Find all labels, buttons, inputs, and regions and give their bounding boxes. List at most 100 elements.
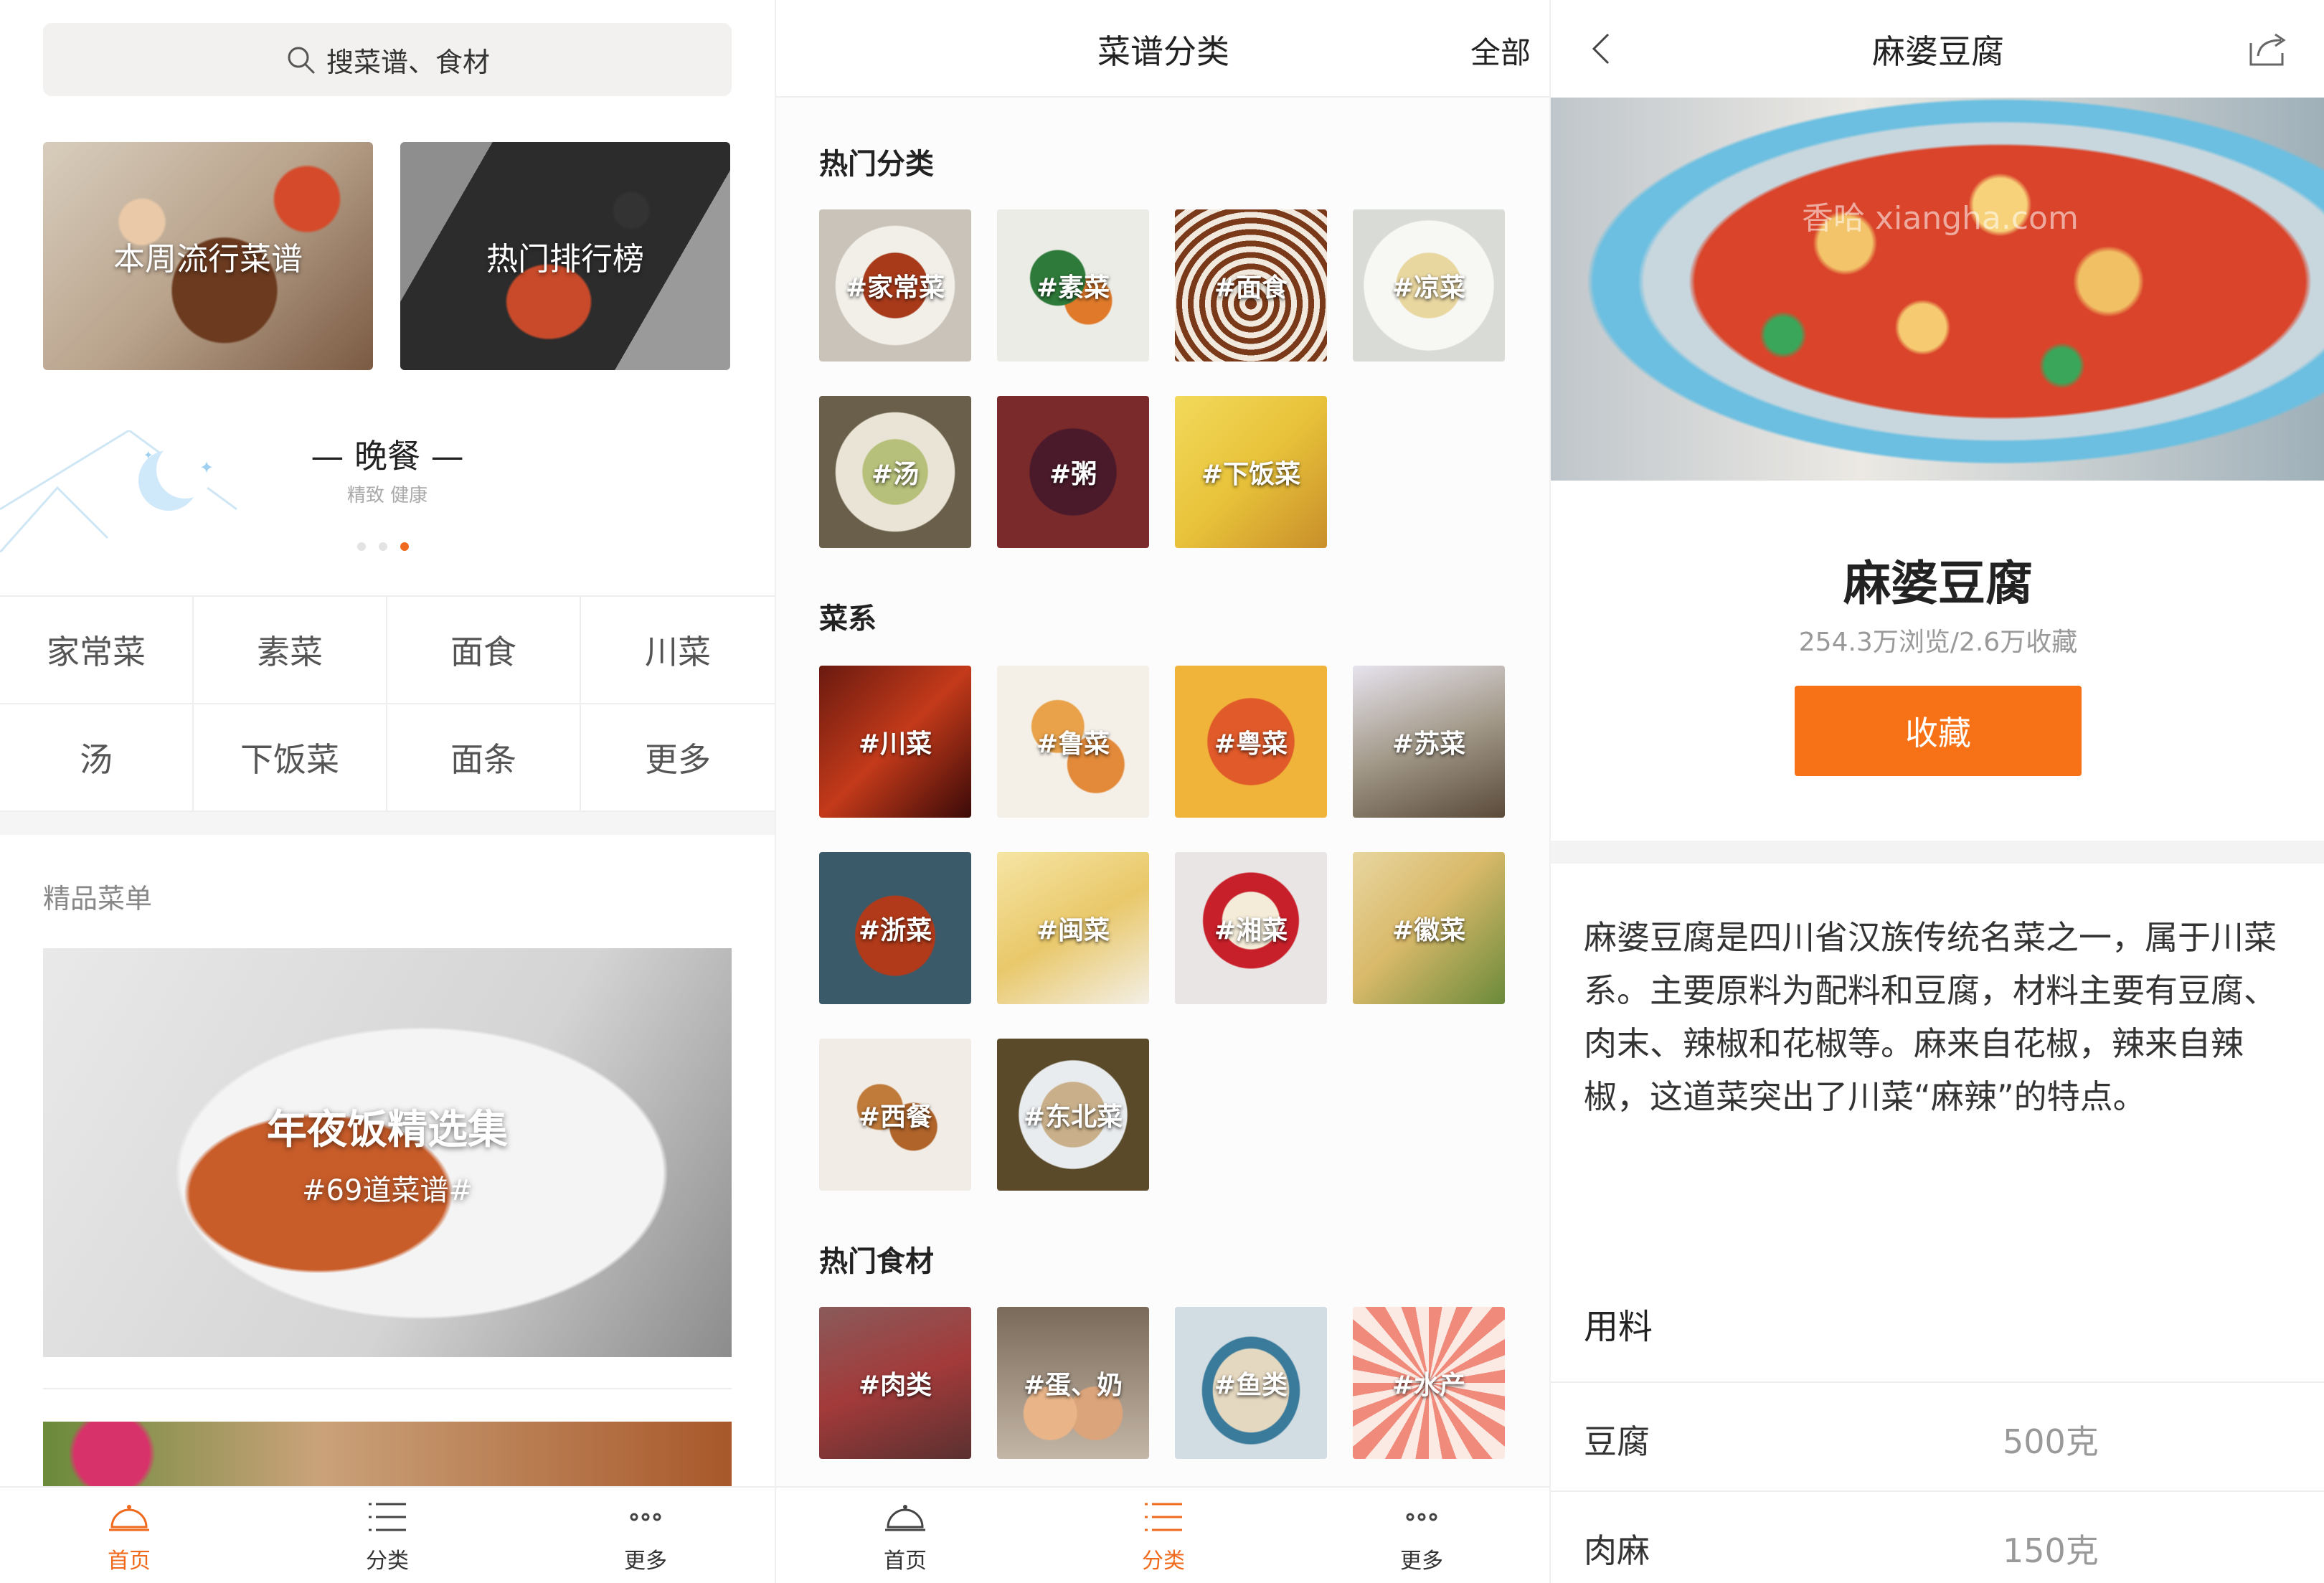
category-tile[interactable]: #汤 xyxy=(819,396,971,548)
detail-header: 麻婆豆腐 xyxy=(1551,0,2324,98)
search-placeholder: 搜菜谱、食材 xyxy=(326,46,490,78)
share-icon[interactable] xyxy=(2247,29,2290,69)
tile-label: #鱼类 xyxy=(1214,1371,1288,1400)
group-title: 热门食材 xyxy=(819,1245,934,1278)
ingredient-row: 肉麻 150克 xyxy=(1551,1490,2324,1583)
all-categories-button[interactable]: 全部 xyxy=(1470,29,1531,72)
featured-menu-subtitle: #69道菜谱# xyxy=(302,1173,473,1207)
category-tile[interactable]: #东北菜 xyxy=(997,1039,1149,1191)
category-tile[interactable]: #西餐 xyxy=(819,1039,971,1191)
tab-label: 首页 xyxy=(884,1548,927,1574)
tile-label: #苏菜 xyxy=(1392,729,1466,759)
page-title: 菜谱分类 xyxy=(1097,32,1229,71)
category-tile[interactable]: #凉菜 xyxy=(1353,209,1505,362)
featured-menu-card[interactable]: 年夜饭精选集 #69道菜谱# xyxy=(43,948,732,1357)
category-shortcut[interactable]: 面食 xyxy=(387,597,581,704)
tab-home[interactable]: 首页 xyxy=(0,1488,258,1583)
search-bar[interactable]: 搜菜谱、食材 xyxy=(43,23,732,96)
category-shortcut[interactable]: 素菜 xyxy=(194,597,387,704)
ingredient-name: 肉麻 xyxy=(1584,1531,1650,1570)
tile-label: #鲁菜 xyxy=(1036,729,1110,759)
category-tile[interactable]: #下饭菜 xyxy=(1175,396,1327,548)
more-dots-icon xyxy=(630,1513,661,1521)
featured-menu-card[interactable] xyxy=(43,1422,732,1486)
tab-more[interactable]: 更多 xyxy=(516,1488,775,1583)
ingredient-name: 豆腐 xyxy=(1584,1422,1650,1461)
tab-home[interactable]: 首页 xyxy=(776,1488,1034,1583)
favorite-button[interactable]: 收藏 xyxy=(1795,686,2082,776)
category-tile[interactable]: #川菜 xyxy=(819,666,971,818)
carousel-dot[interactable] xyxy=(357,542,366,551)
ingredients-title: 用料 xyxy=(1584,1307,1653,1347)
category-tile[interactable]: #苏菜 xyxy=(1353,666,1505,818)
image-watermark: 香哈 xiangha.com xyxy=(1802,200,2079,237)
category-tile[interactable]: #湘菜 xyxy=(1175,852,1327,1004)
tile-label: #面食 xyxy=(1214,273,1288,303)
category-tile[interactable]: #家常菜 xyxy=(819,209,971,362)
search-icon xyxy=(288,47,315,74)
tab-label: 分类 xyxy=(1142,1548,1185,1574)
category-tile[interactable]: #肉类 xyxy=(819,1307,971,1459)
category-tile[interactable]: #水产 xyxy=(1353,1307,1505,1459)
group-title: 菜系 xyxy=(819,603,877,635)
category-tile[interactable]: #面食 xyxy=(1175,209,1327,362)
meal-subtitle: 精致 健康 xyxy=(346,485,428,506)
card-divider xyxy=(43,1388,732,1389)
ingredient-quantity: 150克 xyxy=(2003,1531,2099,1570)
banner-hot-ranking[interactable]: 热门排行榜 xyxy=(400,142,730,370)
banner-label: 本周流行菜谱 xyxy=(113,241,303,278)
category-tile[interactable]: #徽菜 xyxy=(1353,852,1505,1004)
tab-category[interactable]: 分类 xyxy=(1034,1488,1293,1583)
recipe-detail-screen: 麻婆豆腐 香哈 xiangha.com 麻婆豆腐 254.3万浏览/2.6万收藏… xyxy=(1549,0,2324,1583)
home-screen: 搜菜谱、食材 本周流行菜谱 热门排行榜 ✦ ✦ — 晚餐 — 精致 健康 家常菜… xyxy=(0,0,775,1583)
tile-label: #蛋、奶 xyxy=(1023,1371,1123,1400)
category-shortcut[interactable]: 面条 xyxy=(387,704,581,812)
category-tile[interactable]: #鲁菜 xyxy=(997,666,1149,818)
section-divider xyxy=(1551,841,2324,864)
category-shortcut[interactable]: 家常菜 xyxy=(0,597,194,704)
tile-label: #闽菜 xyxy=(1036,916,1110,945)
tile-label: #凉菜 xyxy=(1392,273,1466,303)
tab-label: 更多 xyxy=(624,1548,667,1574)
list-icon xyxy=(369,1503,406,1531)
ingredient-row: 豆腐 500克 xyxy=(1551,1381,2324,1489)
category-shortcut[interactable]: 下饭菜 xyxy=(194,704,387,812)
category-shortcut[interactable]: 汤 xyxy=(0,704,194,812)
recipe-description: 麻婆豆腐是四川省汉族传统名菜之一，属于川菜系。主要原料为配料和豆腐，材料主要有豆… xyxy=(1584,918,2277,1116)
meal-carousel[interactable]: ✦ ✦ — 晚餐 — 精致 健康 xyxy=(0,402,775,581)
banner-label: 热门排行榜 xyxy=(486,241,644,278)
tab-label: 更多 xyxy=(1400,1548,1443,1574)
tile-label: #家常菜 xyxy=(845,273,945,303)
more-dots-icon xyxy=(1406,1513,1437,1521)
category-tile[interactable]: #浙菜 xyxy=(819,852,971,1004)
category-tile[interactable]: #粤菜 xyxy=(1175,666,1327,818)
category-tile[interactable]: #闽菜 xyxy=(997,852,1149,1004)
category-tile[interactable]: #粥 xyxy=(997,396,1149,548)
meal-title: — 晚餐 — xyxy=(311,437,464,476)
featured-menu-title: 年夜饭精选集 xyxy=(267,1106,508,1153)
tile-label: #肉类 xyxy=(858,1371,932,1400)
carousel-dot[interactable] xyxy=(379,542,387,551)
category-tile[interactable]: #鱼类 xyxy=(1175,1307,1327,1459)
carousel-dot-active[interactable] xyxy=(400,542,409,551)
ingredient-quantity: 500克 xyxy=(2003,1422,2099,1461)
tile-label: #粤菜 xyxy=(1214,729,1288,759)
tab-category[interactable]: 分类 xyxy=(258,1488,516,1583)
category-tile[interactable]: #蛋、奶 xyxy=(997,1307,1149,1459)
category-screen: 菜谱分类 全部 热门分类 #家常菜 #素菜 #面食 #凉菜 #汤 #粥 #下饭菜… xyxy=(775,0,1549,1583)
category-tile[interactable]: #素菜 xyxy=(997,209,1149,362)
recipe-stats: 254.3万浏览/2.6万收藏 xyxy=(1798,628,2078,657)
recipe-hero-image: 香哈 xiangha.com xyxy=(1551,98,2324,481)
recipe-name: 麻婆豆腐 xyxy=(1843,556,2033,611)
banner-weekly-popular[interactable]: 本周流行菜谱 xyxy=(43,142,373,370)
category-shortcut-more[interactable]: 更多 xyxy=(581,704,775,812)
tab-more[interactable]: 更多 xyxy=(1293,1488,1549,1583)
tile-label: #粥 xyxy=(1049,460,1097,489)
bottom-tab-bar: 首页 分类 更多 xyxy=(0,1486,775,1583)
section-label: 精品菜单 xyxy=(43,883,153,915)
tile-label: #下饭菜 xyxy=(1201,460,1301,489)
category-shortcut[interactable]: 川菜 xyxy=(581,597,775,704)
tile-label: #湘菜 xyxy=(1214,916,1288,945)
tile-label: #水产 xyxy=(1392,1371,1466,1400)
section-divider xyxy=(0,812,775,835)
